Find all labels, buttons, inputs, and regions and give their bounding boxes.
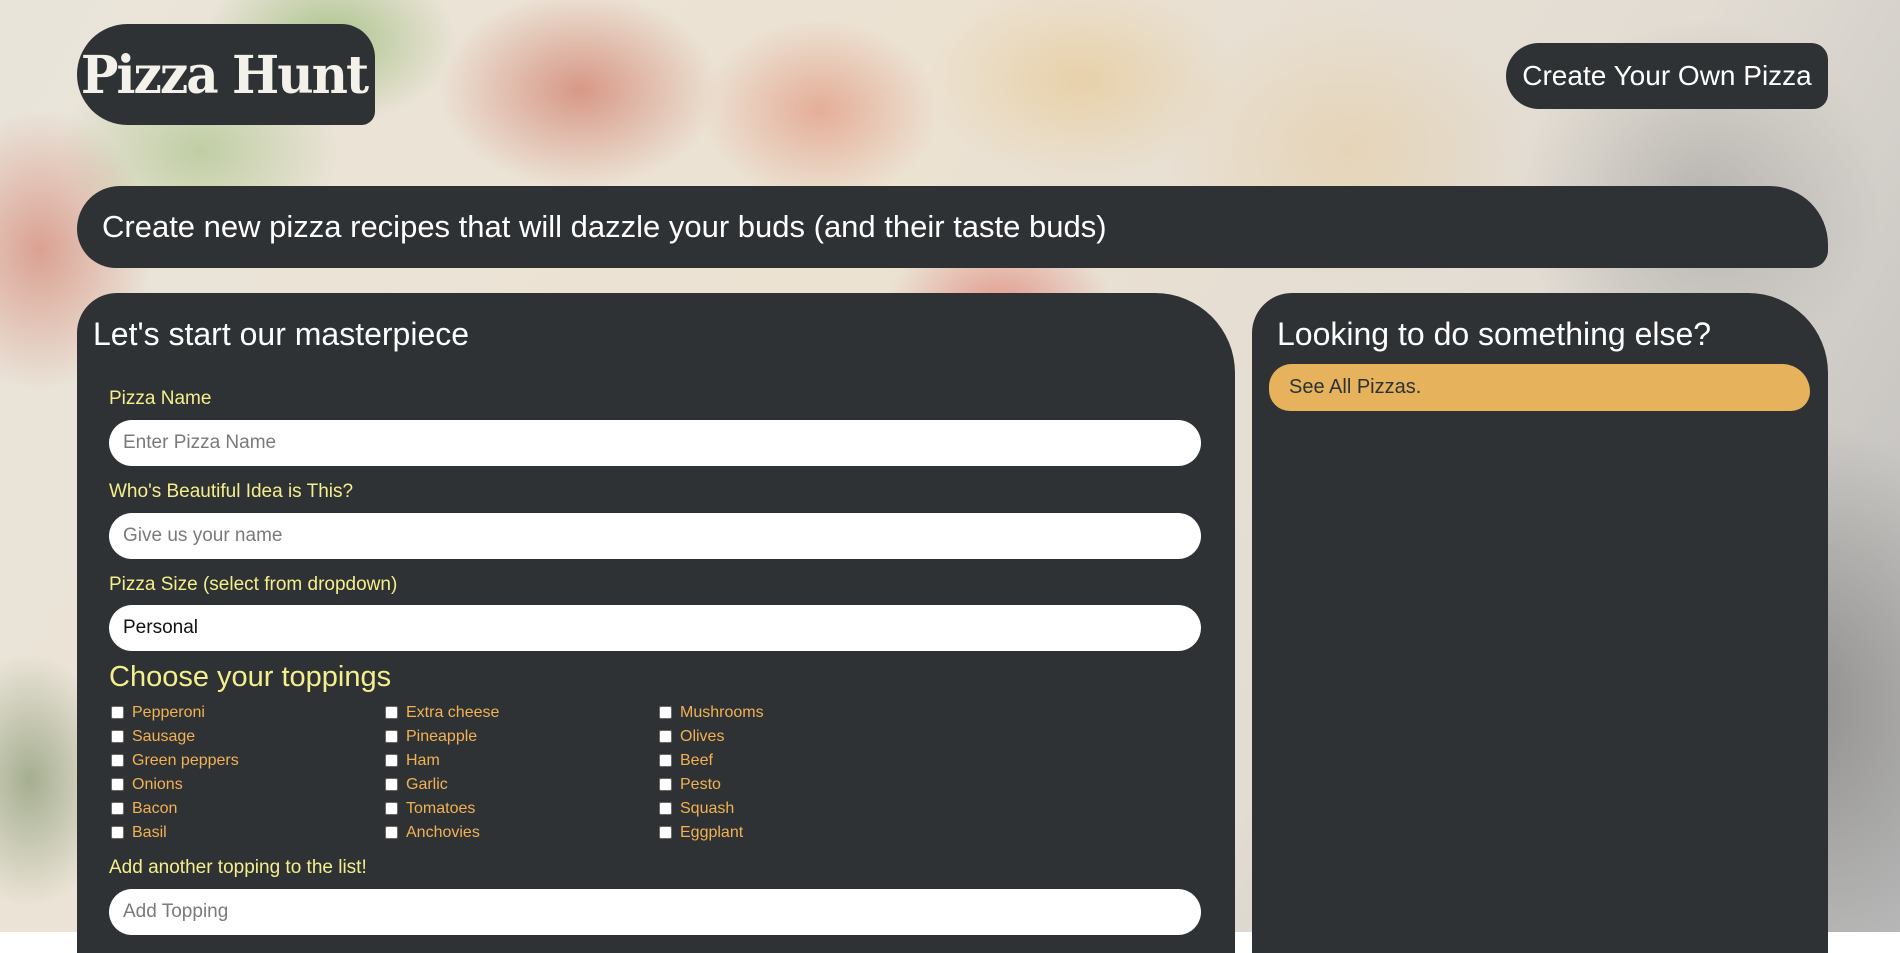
- topping-option[interactable]: Mushrooms: [659, 703, 933, 722]
- topping-label: Green peppers: [132, 751, 239, 769]
- pizza-name-label: Pizza Name: [109, 388, 212, 409]
- topping-label: Tomatoes: [406, 799, 476, 817]
- see-all-pizzas-button[interactable]: See All Pizzas.: [1269, 364, 1810, 411]
- topping-option[interactable]: Bacon: [111, 799, 385, 818]
- pizza-name-input[interactable]: Enter Pizza Name: [109, 420, 1201, 466]
- topping-option[interactable]: Extra cheese: [385, 703, 659, 722]
- checkbox[interactable]: [659, 730, 672, 743]
- pizza-name-placeholder: Enter Pizza Name: [123, 432, 277, 453]
- topping-label: Bacon: [132, 799, 178, 817]
- checkbox[interactable]: [385, 706, 398, 719]
- toppings-heading: Choose your toppings: [109, 661, 392, 693]
- topping-label: Squash: [680, 799, 735, 817]
- topping-option[interactable]: Beef: [659, 751, 933, 770]
- topping-option[interactable]: Squash: [659, 799, 933, 818]
- checkbox[interactable]: [659, 778, 672, 791]
- topping-label: Olives: [680, 727, 725, 745]
- topping-label: Garlic: [406, 775, 448, 793]
- create-your-own-pizza-button[interactable]: Create Your Own Pizza: [1506, 43, 1828, 109]
- topping-label: Pesto: [680, 775, 721, 793]
- topping-option[interactable]: Eggplant: [659, 823, 933, 842]
- creator-name-input[interactable]: Give us your name: [109, 513, 1201, 559]
- topping-label: Mushrooms: [680, 703, 764, 721]
- topping-option[interactable]: Garlic: [385, 775, 659, 794]
- sidebar-panel: Looking to do something else? See All Pi…: [1252, 293, 1828, 953]
- topping-option[interactable]: Olives: [659, 727, 933, 746]
- checkbox[interactable]: [111, 802, 124, 815]
- banner-text: Create new pizza recipes that will dazzl…: [102, 209, 1107, 244]
- checkbox[interactable]: [385, 754, 398, 767]
- pizza-form-panel: Let's start our masterpiece Pizza Name E…: [77, 293, 1235, 953]
- topping-option[interactable]: Green peppers: [111, 751, 385, 770]
- checkbox[interactable]: [659, 802, 672, 815]
- form-heading: Let's start our masterpiece: [93, 316, 470, 352]
- topping-label: Eggplant: [680, 823, 744, 841]
- checkbox[interactable]: [385, 730, 398, 743]
- checkbox[interactable]: [385, 826, 398, 839]
- creator-name-label: Who's Beautiful Idea is This?: [109, 481, 354, 502]
- checkbox[interactable]: [111, 754, 124, 767]
- add-topping-label: Add another topping to the list!: [109, 857, 367, 878]
- pizza-size-selected: Personal: [123, 617, 198, 638]
- topping-option[interactable]: Ham: [385, 751, 659, 770]
- checkbox[interactable]: [385, 802, 398, 815]
- checkbox[interactable]: [659, 706, 672, 719]
- pizza-size-label: Pizza Size (select from dropdown): [109, 574, 398, 595]
- sidebar-heading: Looking to do something else?: [1277, 316, 1712, 352]
- checkbox[interactable]: [659, 754, 672, 767]
- toppings-checkbox-grid: Pepperoni Extra cheese Mushrooms Sausage…: [111, 703, 941, 842]
- topping-option[interactable]: Pesto: [659, 775, 933, 794]
- add-topping-input[interactable]: Add Topping: [109, 889, 1201, 935]
- topping-label: Beef: [680, 751, 713, 769]
- topping-option[interactable]: Pepperoni: [111, 703, 385, 722]
- add-topping-placeholder: Add Topping: [123, 901, 229, 922]
- topping-label: Pineapple: [406, 727, 478, 745]
- topping-label: Sausage: [132, 727, 196, 745]
- checkbox[interactable]: [111, 778, 124, 791]
- checkbox[interactable]: [111, 706, 124, 719]
- topping-option[interactable]: Anchovies: [385, 823, 659, 842]
- topping-option[interactable]: Pineapple: [385, 727, 659, 746]
- topping-label: Pepperoni: [132, 703, 205, 721]
- checkbox[interactable]: [111, 826, 124, 839]
- checkbox[interactable]: [111, 730, 124, 743]
- checkbox[interactable]: [659, 826, 672, 839]
- topping-label: Ham: [406, 751, 440, 769]
- topping-option[interactable]: Tomatoes: [385, 799, 659, 818]
- pizza-size-select[interactable]: Personal: [109, 605, 1201, 651]
- topping-option[interactable]: Onions: [111, 775, 385, 794]
- topping-label: Anchovies: [406, 823, 480, 841]
- creator-name-placeholder: Give us your name: [123, 525, 283, 546]
- logo-text: Pizza Hunt: [80, 43, 369, 106]
- topping-option[interactable]: Basil: [111, 823, 385, 842]
- checkbox[interactable]: [385, 778, 398, 791]
- site-logo[interactable]: Pizza Hunt: [77, 24, 375, 125]
- topping-label: Basil: [132, 823, 167, 841]
- page-banner: Create new pizza recipes that will dazzl…: [77, 186, 1828, 268]
- topping-option[interactable]: Sausage: [111, 727, 385, 746]
- topping-label: Onions: [132, 775, 183, 793]
- topping-label: Extra cheese: [406, 703, 500, 721]
